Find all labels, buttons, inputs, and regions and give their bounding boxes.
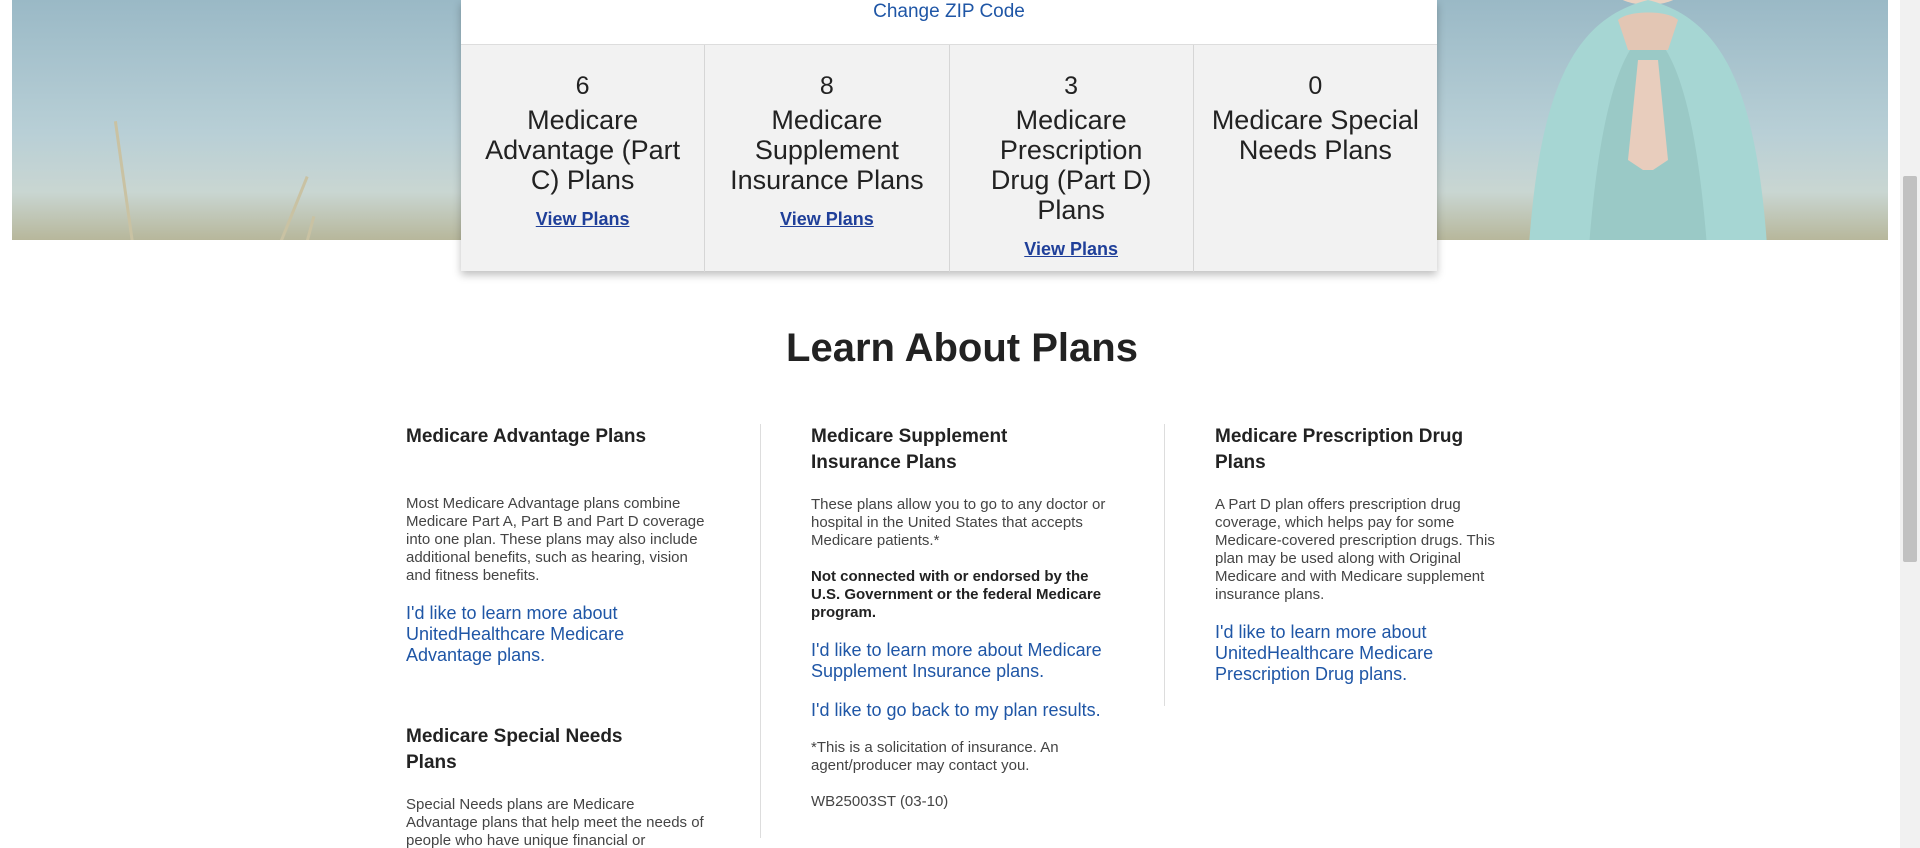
change-zip-link[interactable]: Change ZIP Code: [873, 0, 1025, 24]
column-divider: [760, 424, 761, 838]
woman-meditating-image: [1529, 0, 1767, 240]
view-plans-link[interactable]: View Plans: [780, 209, 874, 230]
column-divider: [1164, 424, 1165, 706]
view-plans-link[interactable]: View Plans: [1024, 239, 1118, 260]
scrollbar-thumb[interactable]: [1903, 176, 1917, 562]
plan-count: 6: [575, 72, 590, 100]
learn-title: Learn About Plans: [786, 326, 1138, 370]
plan-name: Medicare Supplement Insurance Plans: [730, 105, 924, 195]
section-heading: Medicare Special Needs Plans: [406, 726, 623, 773]
plan-name: Medicare Advantage (Part C) Plans: [485, 105, 681, 195]
section-body: Most Medicare Advantage plans combine Me…: [406, 495, 705, 584]
plan-advantage: 6 Medicare Advantage (Part C) Plans View…: [461, 45, 706, 272]
grass-decoration: [113, 121, 135, 240]
disclaimer-text: Not connected with or endorsed by the U.…: [811, 568, 1102, 621]
grass-decoration: [272, 175, 309, 240]
plan-count: 3: [1064, 72, 1079, 100]
plan-special-needs: 0 Medicare Special Needs Plans: [1194, 45, 1437, 272]
plan-count: 0: [1308, 72, 1323, 100]
scrollbar[interactable]: [1900, 0, 1920, 848]
section-body: A Part D plan offers prescription drug c…: [1215, 496, 1495, 603]
plans-summary-card: Change ZIP Code 6 Medicare Advantage (Pa…: [461, 0, 1437, 272]
form-code: WB25003ST (03-10): [811, 793, 949, 810]
learn-col-prescription: Medicare Prescription Drug Plans A Part …: [1215, 424, 1515, 685]
grass-decoration: [302, 215, 316, 240]
plan-name: Medicare Special Needs Plans: [1211, 105, 1419, 165]
section-heading: Medicare Advantage Plans: [406, 426, 647, 447]
back-to-results-link[interactable]: I'd like to go back to my plan results.: [811, 700, 1111, 721]
view-plans-link[interactable]: View Plans: [536, 209, 630, 230]
plan-name: Medicare Prescription Drug (Part D) Plan…: [990, 105, 1152, 225]
learn-more-advantage-link[interactable]: I'd like to learn more about UnitedHealt…: [406, 603, 706, 666]
section-heading: Medicare Supplement Insurance Plans: [811, 426, 1008, 473]
section-body: These plans allow you to go to any docto…: [811, 496, 1106, 549]
plan-count: 8: [819, 72, 834, 100]
zip-bar: Change ZIP Code: [461, 0, 1437, 45]
learn-more-prescription-link[interactable]: I'd like to learn more about UnitedHealt…: [1215, 622, 1475, 685]
plan-supplement: 8 Medicare Supplement Insurance Plans Vi…: [705, 45, 950, 272]
learn-col-advantage: Medicare Advantage Plans Most Medicare A…: [406, 424, 706, 848]
footnote-text: *This is a solicitation of insurance. An…: [811, 739, 1059, 774]
section-body: Special Needs plans are Medicare Advanta…: [406, 796, 704, 848]
plans-grid: 6 Medicare Advantage (Part C) Plans View…: [461, 45, 1437, 272]
learn-col-supplement: Medicare Supplement Insurance Plans Thes…: [811, 424, 1111, 811]
section-heading: Medicare Prescription Drug Plans: [1215, 426, 1464, 473]
learn-more-supplement-link[interactable]: I'd like to learn more about Medicare Su…: [811, 640, 1111, 682]
plan-prescription: 3 Medicare Prescription Drug (Part D) Pl…: [950, 45, 1194, 272]
page: Change ZIP Code 6 Medicare Advantage (Pa…: [0, 0, 1900, 848]
